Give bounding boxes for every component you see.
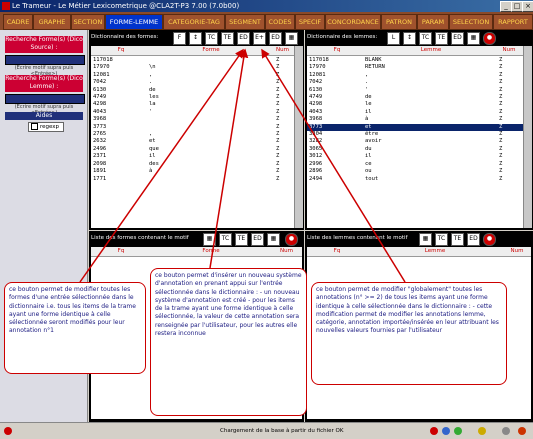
error-icon[interactable] — [4, 427, 12, 435]
exit-icon[interactable] — [518, 427, 526, 435]
info-icon[interactable] — [442, 427, 450, 435]
note-modify-global: ce bouton permet de modifier "globalemen… — [311, 282, 507, 385]
status-bar: Chargement de la base à partir du fichie… — [0, 422, 533, 439]
tool-icon[interactable] — [502, 427, 510, 435]
status-text: Chargement de la base à partir du fichie… — [220, 428, 344, 434]
arrow-1 — [79, 48, 244, 283]
note-insert-annotation: ce bouton permet d'insérer un nouveau sy… — [150, 268, 307, 416]
settings-icon[interactable] — [478, 427, 486, 435]
record-icon[interactable] — [430, 427, 438, 435]
arrow-3 — [261, 48, 406, 283]
note-modify-forme: ce bouton permet de modifier toutes les … — [4, 282, 146, 374]
arrow-2 — [209, 48, 249, 269]
play-icon[interactable] — [454, 427, 462, 435]
